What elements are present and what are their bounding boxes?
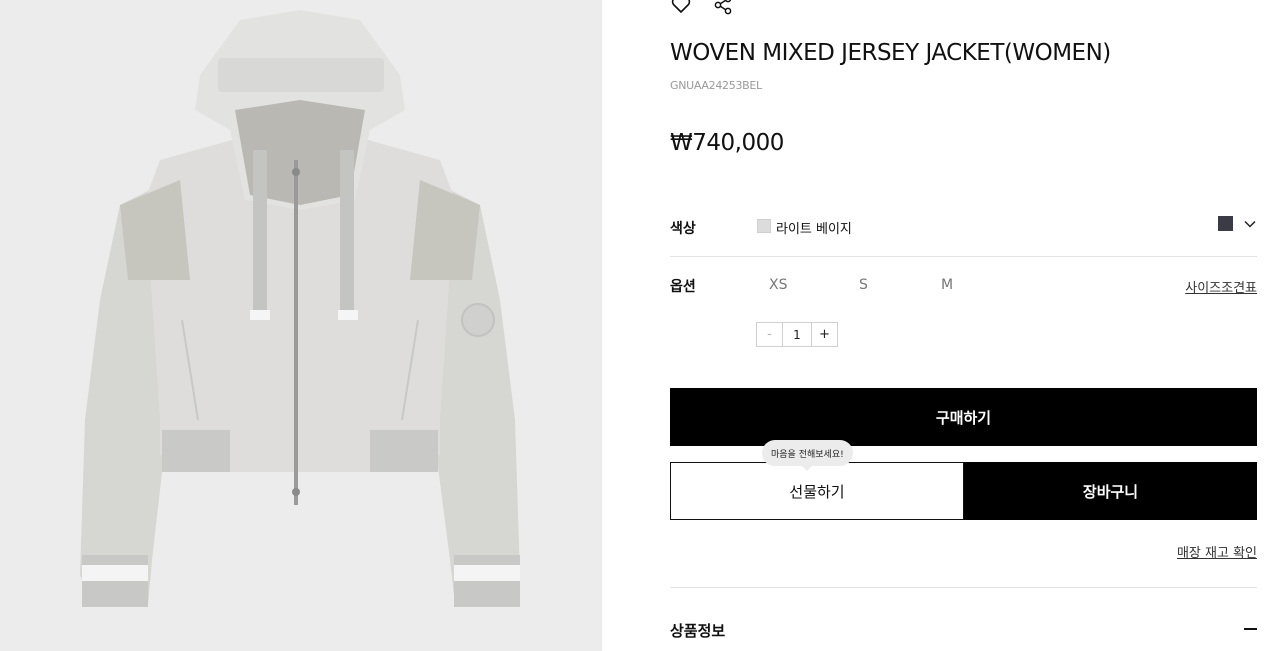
quantity-increase-button[interactable]: +	[811, 323, 837, 346]
heart-icon[interactable]	[670, 0, 692, 16]
divider	[670, 587, 1257, 588]
gift-tooltip-text: 마음을 전해보세요!	[771, 449, 844, 460]
size-chart-link[interactable]: 사이즈조견표	[1185, 277, 1257, 296]
cart-button[interactable]: 장바구니	[964, 462, 1257, 520]
size-option-m[interactable]: M	[941, 277, 953, 293]
tooltip-tail	[802, 466, 813, 471]
gift-tooltip: 마음을 전해보세요!	[762, 440, 853, 471]
product-price: ₩740,000	[670, 130, 784, 156]
quantity-decrease-button[interactable]: -	[757, 323, 783, 346]
product-info-heading[interactable]: 상품정보	[670, 620, 725, 641]
product-title: WOVEN MIXED JERSEY JACKET(WOMEN)	[670, 40, 1111, 66]
color-swatch	[757, 219, 771, 233]
collapse-icon[interactable]	[1244, 628, 1257, 630]
divider	[670, 256, 1257, 257]
product-code: GNUAA24253BEL	[670, 79, 762, 92]
chevron-down-icon[interactable]	[1243, 217, 1257, 231]
size-option-xs[interactable]: XS	[769, 277, 787, 293]
product-detail-panel: WOVEN MIXED JERSEY JACKET(WOMEN) GNUAA24…	[670, 0, 1257, 651]
product-image-panel	[0, 0, 602, 651]
color-label: 색상	[670, 221, 696, 237]
buy-button[interactable]: 구매하기	[670, 388, 1257, 446]
store-stock-link[interactable]: 매장 재고 확인	[1177, 542, 1257, 561]
color-name: 라이트 베이지	[776, 222, 852, 237]
share-icon[interactable]	[712, 0, 734, 16]
selected-color-chip[interactable]	[1218, 216, 1233, 231]
quantity-value[interactable]: 1	[783, 323, 811, 346]
quantity-stepper: - 1 +	[756, 322, 838, 347]
product-action-icons	[670, 0, 734, 16]
option-label: 옵션	[670, 279, 696, 295]
gift-button[interactable]: 선물하기	[670, 462, 964, 520]
color-select-dropdown[interactable]	[1218, 216, 1257, 231]
size-option-s[interactable]: S	[859, 277, 868, 293]
jacket-product-photo	[80, 10, 520, 607]
